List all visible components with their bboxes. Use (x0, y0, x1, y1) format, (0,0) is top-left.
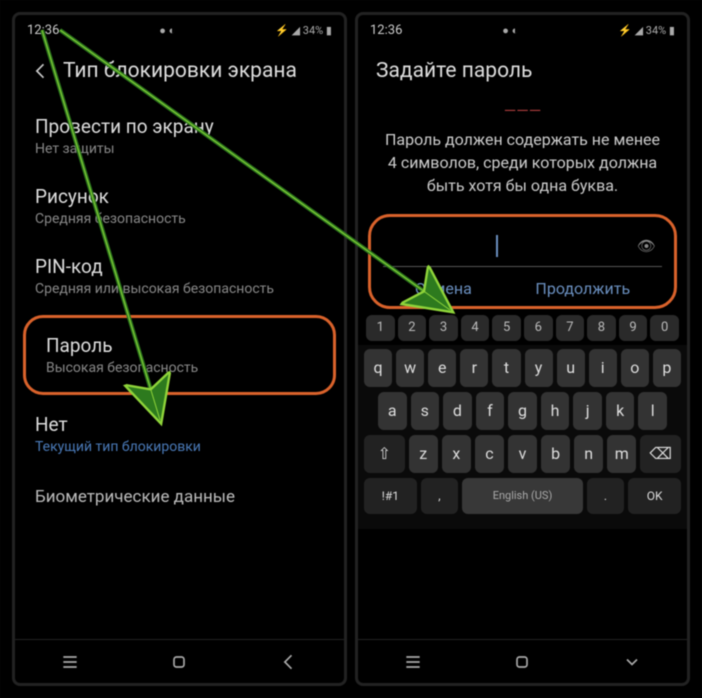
numkey-9[interactable]: 9 (619, 315, 648, 341)
status-time: 12:36 (370, 23, 402, 38)
key-d[interactable]: d (443, 392, 472, 430)
screen-header: Тип блокировки экрана (15, 45, 344, 101)
ok-key[interactable]: OK (628, 478, 681, 514)
status-right-icons: ⚡ ◢ 34% ▮ (275, 24, 332, 37)
key-x[interactable]: x (442, 435, 471, 473)
comma-key[interactable]: , (421, 478, 459, 514)
key-a[interactable]: a (378, 392, 407, 430)
numkey-8[interactable]: 8 (587, 315, 616, 341)
numkey-3[interactable]: 3 (429, 315, 458, 341)
home-icon[interactable] (169, 652, 189, 672)
lock-option-none[interactable]: Нет Текущий тип блокировки (15, 399, 344, 469)
key-e[interactable]: e (428, 349, 456, 387)
back-nav-icon[interactable] (279, 652, 299, 672)
backspace-key[interactable]: ⌫ (640, 435, 681, 473)
key-row-4: !#1 , English (US) . OK (364, 478, 681, 514)
lock-type-list: Провести по экрану Нет защиты Рисунок Ср… (15, 101, 344, 639)
numkey-7[interactable]: 7 (556, 315, 585, 341)
status-right-icons: ⚡ ◢ 34% ▮ (618, 24, 675, 37)
key-z[interactable]: z (409, 435, 438, 473)
key-l[interactable]: l (638, 392, 667, 430)
numkey-2[interactable]: 2 (398, 315, 427, 341)
key-r[interactable]: r (460, 349, 488, 387)
key-row-1: qwertyuiop (364, 349, 681, 387)
password-input-block: 👁 Отмена Продолжить (368, 214, 677, 309)
key-i[interactable]: i (589, 349, 617, 387)
lock-option-swipe[interactable]: Провести по экрану Нет защиты (15, 101, 344, 171)
numkey-4[interactable]: 4 (461, 315, 490, 341)
toggle-visibility-icon[interactable]: 👁 (637, 237, 656, 255)
header-title: Тип блокировки экрана (63, 59, 297, 83)
numkey-1[interactable]: 1 (366, 315, 395, 341)
cancel-button[interactable]: Отмена (415, 279, 472, 298)
dot-key[interactable]: . (587, 478, 625, 514)
status-left-icons: ● ◐ (159, 24, 175, 37)
recents-icon[interactable] (403, 652, 423, 672)
key-p[interactable]: p (653, 349, 681, 387)
header-title: Задайте пароль (358, 45, 687, 93)
lock-option-pattern[interactable]: Рисунок Средняя безопасность (15, 171, 344, 241)
key-k[interactable]: k (606, 392, 635, 430)
status-bar: 12:36 ● ◐ ⚡ ◢ 34% ▮ (15, 15, 344, 45)
lock-option-pin[interactable]: PIN-код Средняя или высокая безопасность (15, 241, 344, 311)
key-j[interactable]: j (573, 392, 602, 430)
status-left-icons: ● ◐ (502, 24, 518, 37)
numkey-0[interactable]: 0 (650, 315, 679, 341)
key-u[interactable]: u (557, 349, 585, 387)
key-m[interactable]: m (607, 435, 636, 473)
numkey-6[interactable]: 6 (524, 315, 553, 341)
key-g[interactable]: g (508, 392, 537, 430)
key-b[interactable]: b (541, 435, 570, 473)
phone-right: 12:36 ● ◐ ⚡ ◢ 34% ▮ Задайте пароль ——— П… (355, 12, 690, 686)
key-n[interactable]: n (574, 435, 603, 473)
home-icon[interactable] (512, 652, 532, 672)
recents-icon[interactable] (60, 652, 80, 672)
password-hint-red: ——— (358, 93, 687, 124)
continue-button[interactable]: Продолжить (535, 279, 630, 298)
text-cursor (496, 235, 498, 257)
lock-option-password[interactable]: Пароль Высокая безопасность (23, 315, 336, 395)
back-icon[interactable] (31, 61, 51, 81)
key-row-2: asdfghjkl (364, 392, 681, 430)
status-bar: 12:36 ● ◐ ⚡ ◢ 34% ▮ (358, 15, 687, 45)
button-row: Отмена Продолжить (383, 267, 662, 306)
keyboard: qwertyuiop asdfghjkl ⇧zxcvbnm⌫ !#1 , Eng… (358, 345, 687, 529)
password-hint: Пароль должен содержать не менее 4 симво… (358, 124, 687, 208)
phone-left: 12:36 ● ◐ ⚡ ◢ 34% ▮ Тип блокировки экран… (12, 12, 347, 686)
numkey-5[interactable]: 5 (492, 315, 521, 341)
key-t[interactable]: t (492, 349, 520, 387)
nav-bar (15, 639, 344, 683)
space-key[interactable]: English (US) (462, 478, 582, 514)
key-q[interactable]: q (364, 349, 392, 387)
keyboard-hide-icon[interactable] (622, 652, 642, 672)
key-c[interactable]: c (475, 435, 504, 473)
key-w[interactable]: w (396, 349, 424, 387)
key-s[interactable]: s (411, 392, 440, 430)
key-h[interactable]: h (541, 392, 570, 430)
key-row-3: ⇧zxcvbnm⌫ (364, 435, 681, 473)
shift-key[interactable]: ⇧ (364, 435, 405, 473)
biometrics-section: Биометрические данные (15, 469, 344, 513)
numeric-key[interactable]: !#1 (364, 478, 417, 514)
number-row: 1234567890 (358, 309, 687, 345)
status-time: 12:36 (27, 23, 59, 38)
password-field[interactable]: 👁 (383, 227, 662, 267)
key-y[interactable]: y (525, 349, 553, 387)
nav-bar (358, 639, 687, 683)
key-f[interactable]: f (476, 392, 505, 430)
key-o[interactable]: o (621, 349, 649, 387)
key-v[interactable]: v (508, 435, 537, 473)
